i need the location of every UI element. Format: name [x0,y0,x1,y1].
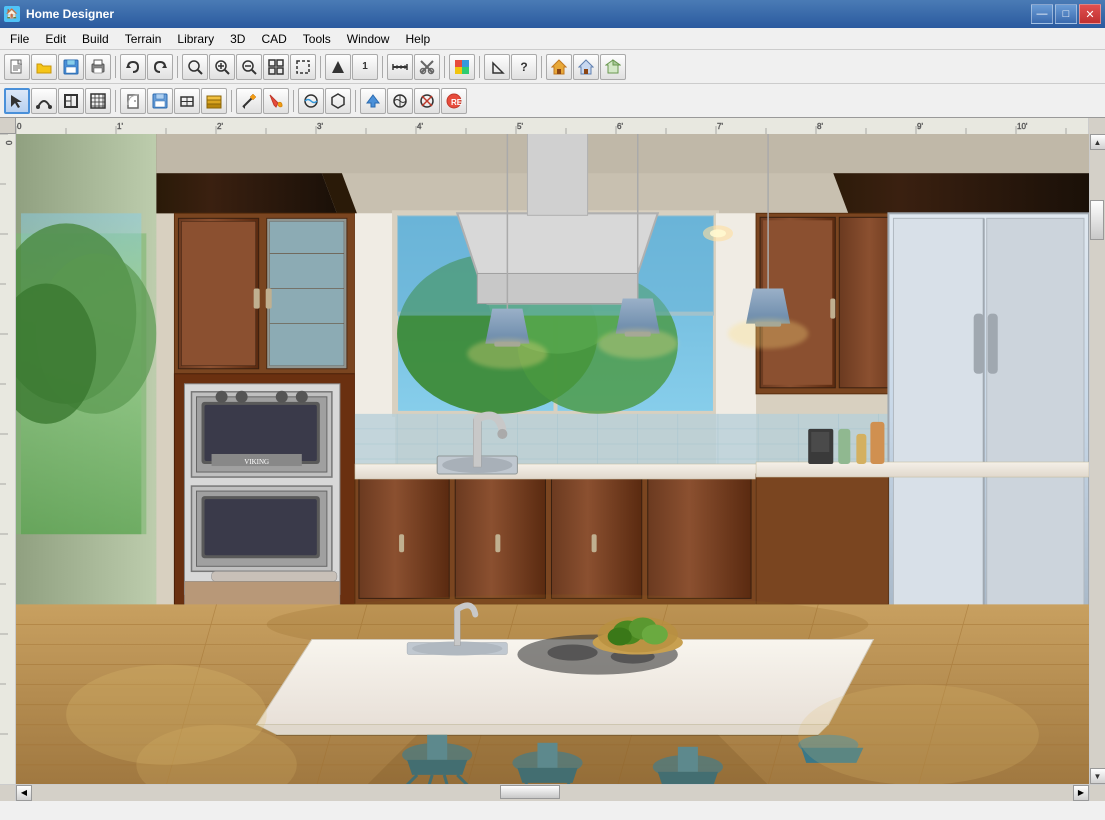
scale-1-button[interactable]: 1 [352,54,378,80]
zoom-select-button[interactable] [290,54,316,80]
zoom-in-button[interactable] [209,54,235,80]
svg-text:VIKING: VIKING [244,458,269,466]
svg-text:9': 9' [917,122,923,131]
record-button[interactable]: REC [441,88,467,114]
menu-file[interactable]: File [2,28,37,49]
maximize-button[interactable]: □ [1055,4,1077,24]
svg-text:2': 2' [217,122,223,131]
measure-button[interactable] [387,54,413,80]
toolbar-main: 1 ? [0,50,1105,84]
scroll-up-button[interactable]: ▲ [1090,134,1105,150]
hex-tool-button[interactable] [325,88,351,114]
open-button[interactable] [31,54,57,80]
room-tool-button[interactable] [58,88,84,114]
app-icon: 🏠 [4,6,20,22]
title-bar: 🏠 Home Designer — □ ✕ [0,0,1105,28]
svg-text:7': 7' [717,122,723,131]
scroll-right-button[interactable]: ▶ [1073,785,1089,801]
arc-tool-button[interactable] [31,88,57,114]
transform-button[interactable] [387,88,413,114]
svg-text:10': 10' [1017,122,1028,131]
svg-text:0: 0 [17,122,22,131]
floor-tool-button[interactable] [85,88,111,114]
scrollbar-horizontal[interactable]: ◀ ▶ [0,784,1105,800]
zoom-fit-button[interactable] [263,54,289,80]
menu-window[interactable]: Window [339,28,398,49]
window-tool-button[interactable] [174,88,200,114]
house-3d-button[interactable] [600,54,626,80]
house-front-button[interactable] [573,54,599,80]
svg-text:5': 5' [517,122,523,131]
scroll-down-button[interactable]: ▼ [1090,768,1105,784]
paint-tool-button[interactable] [263,88,289,114]
menu-library[interactable]: Library [169,28,222,49]
menu-terrain[interactable]: Terrain [117,28,170,49]
svg-text:3': 3' [317,122,323,131]
menu-build[interactable]: Build [74,28,117,49]
angle-button[interactable] [484,54,510,80]
undo-button[interactable] [120,54,146,80]
app-title: Home Designer [26,7,1031,21]
menu-3d[interactable]: 3D [222,28,253,49]
cross-tool-button[interactable] [414,88,440,114]
toolbar-secondary: REC [0,84,1105,118]
redo-button[interactable] [147,54,173,80]
scroll-thumb-vertical[interactable] [1090,200,1104,240]
save-button[interactable] [58,54,84,80]
ruler-horizontal: 0 1' 2' 3' 4' 5' 6' 7' 8' [16,118,1088,134]
build-tool-button[interactable] [201,88,227,114]
zoom-find-button[interactable] [182,54,208,80]
menu-bar: File Edit Build Terrain Library 3D CAD T… [0,28,1105,50]
svg-text:0: 0 [5,140,14,145]
scrollbar-vertical[interactable]: ▲ ▼ [1089,134,1105,784]
svg-text:REC: REC [451,98,462,107]
window-controls: — □ ✕ [1031,4,1101,24]
arrow-up-button[interactable] [325,54,351,80]
up-button[interactable] [360,88,386,114]
print-button[interactable] [85,54,111,80]
scroll-track-horizontal[interactable] [32,785,1073,801]
menu-edit[interactable]: Edit [37,28,74,49]
new-button[interactable] [4,54,30,80]
scroll-corner [1089,785,1105,801]
svg-text:4': 4' [417,122,423,131]
house-2d-button[interactable] [546,54,572,80]
zoom-out-button[interactable] [236,54,262,80]
menu-tools[interactable]: Tools [295,28,339,49]
draw-tool-button[interactable] [236,88,262,114]
scroll-track-vertical[interactable] [1090,150,1105,768]
select-tool-button[interactable] [4,88,30,114]
status-bar [0,800,1105,820]
help-button[interactable]: ? [511,54,537,80]
svg-text:1': 1' [117,122,123,131]
save2-button[interactable] [147,88,173,114]
material-button[interactable] [298,88,324,114]
close-button[interactable]: ✕ [1079,4,1101,24]
svg-text:6': 6' [617,122,623,131]
menu-help[interactable]: Help [397,28,438,49]
material-paint-button[interactable] [449,54,475,80]
minimize-button[interactable]: — [1031,4,1053,24]
door-tool-button[interactable] [120,88,146,114]
ruler-vertical: 0 [0,134,16,784]
scroll-thumb-horizontal[interactable] [500,785,560,799]
menu-cad[interactable]: CAD [253,28,294,49]
svg-text:8': 8' [817,122,823,131]
scroll-left-button[interactable]: ◀ [16,785,32,801]
cut-button[interactable] [414,54,440,80]
viewport-canvas[interactable]: VIKING [16,134,1089,784]
